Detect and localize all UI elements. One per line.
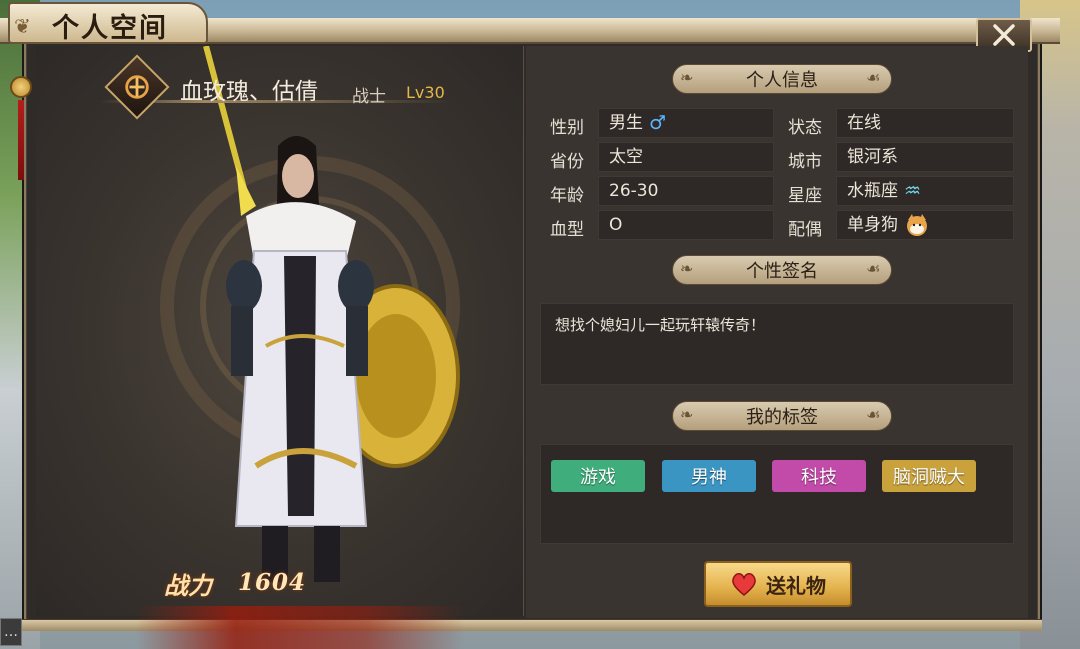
tag-game[interactable]: 游戏 (551, 460, 645, 492)
character-level: Lv30 (406, 83, 445, 102)
class-emblem-icon (121, 71, 153, 103)
character-model[interactable] (196, 46, 496, 606)
section-header-personal-info: 个人信息 (672, 64, 892, 94)
spouse-label: 配偶 (788, 220, 822, 240)
gender-label: 性别 (550, 118, 584, 138)
status-label: 状态 (788, 118, 822, 138)
aquarius-icon: ♒ (904, 180, 922, 202)
coin-ornament-icon (10, 76, 32, 98)
tassel-ornament (18, 100, 24, 180)
age-field: 26-30 (598, 176, 774, 206)
character-class: 战士 (352, 87, 386, 107)
section-header-tags: 我的标签 (672, 401, 892, 431)
province-label: 省份 (550, 152, 584, 172)
chat-icon[interactable]: … (0, 618, 22, 646)
city-value: 银河系 (847, 147, 898, 167)
power-value: 1604 (238, 569, 307, 596)
section-header-signature: 个性签名 (672, 255, 892, 285)
zodiac-value: 水瓶座 (847, 181, 898, 201)
section-title: 个人信息 (746, 70, 818, 91)
scroll-curl-icon: ☙ (866, 68, 881, 87)
blood-value: O (609, 215, 623, 235)
zodiac-field: 水瓶座 ♒ (836, 176, 1014, 206)
spouse-field: 单身狗 (836, 210, 1014, 240)
age-label: 年龄 (550, 186, 584, 206)
section-title: 个性签名 (746, 261, 818, 282)
shiba-dog-icon (907, 214, 927, 236)
city-field: 银河系 (836, 142, 1014, 172)
tag-male-god[interactable]: 男神 (662, 460, 756, 492)
section-title: 我的标签 (746, 407, 818, 428)
scroll-curl-icon: ❧ (680, 68, 694, 87)
scroll-curl-icon: ❧ (680, 259, 694, 278)
zodiac-label: 星座 (788, 186, 822, 206)
spouse-value: 单身狗 (847, 215, 898, 235)
heart-icon (732, 573, 756, 596)
send-gift-button[interactable]: 送礼物 (704, 561, 852, 607)
power-label: 战力 (164, 571, 212, 600)
province-field: 太空 (598, 142, 774, 172)
power-plate (136, 606, 466, 649)
gender-field: 男生 ♂ (598, 108, 774, 138)
scroll-curl-icon: ☙ (866, 405, 881, 424)
city-label: 城市 (788, 152, 822, 172)
blood-label: 血型 (550, 220, 584, 240)
signature-text: 想找个媳妇儿一起玩轩辕传奇！ (540, 303, 1014, 385)
status-value: 在线 (847, 113, 881, 133)
blood-field: O (598, 210, 774, 240)
tag-tech[interactable]: 科技 (772, 460, 866, 492)
age-value: 26-30 (609, 181, 659, 201)
scroll-curl-icon: ❧ (680, 405, 694, 424)
character-name: 血玫瑰、估倩 (180, 79, 318, 105)
tags-box (540, 444, 1014, 544)
province-value: 太空 (609, 147, 643, 167)
gender-value: 男生 (609, 113, 643, 133)
status-field: 在线 (836, 108, 1014, 138)
male-symbol-icon: ♂ (649, 112, 667, 134)
close-icon (993, 24, 1015, 46)
send-gift-label: 送礼物 (766, 573, 826, 598)
title-swirl-icon: ❦ (14, 14, 31, 38)
scroll-curl-icon: ☙ (866, 259, 881, 278)
tag-imaginative[interactable]: 脑洞贼大 (882, 460, 976, 492)
window-title: 个人空间 (52, 13, 168, 44)
character-panel (36, 46, 524, 649)
